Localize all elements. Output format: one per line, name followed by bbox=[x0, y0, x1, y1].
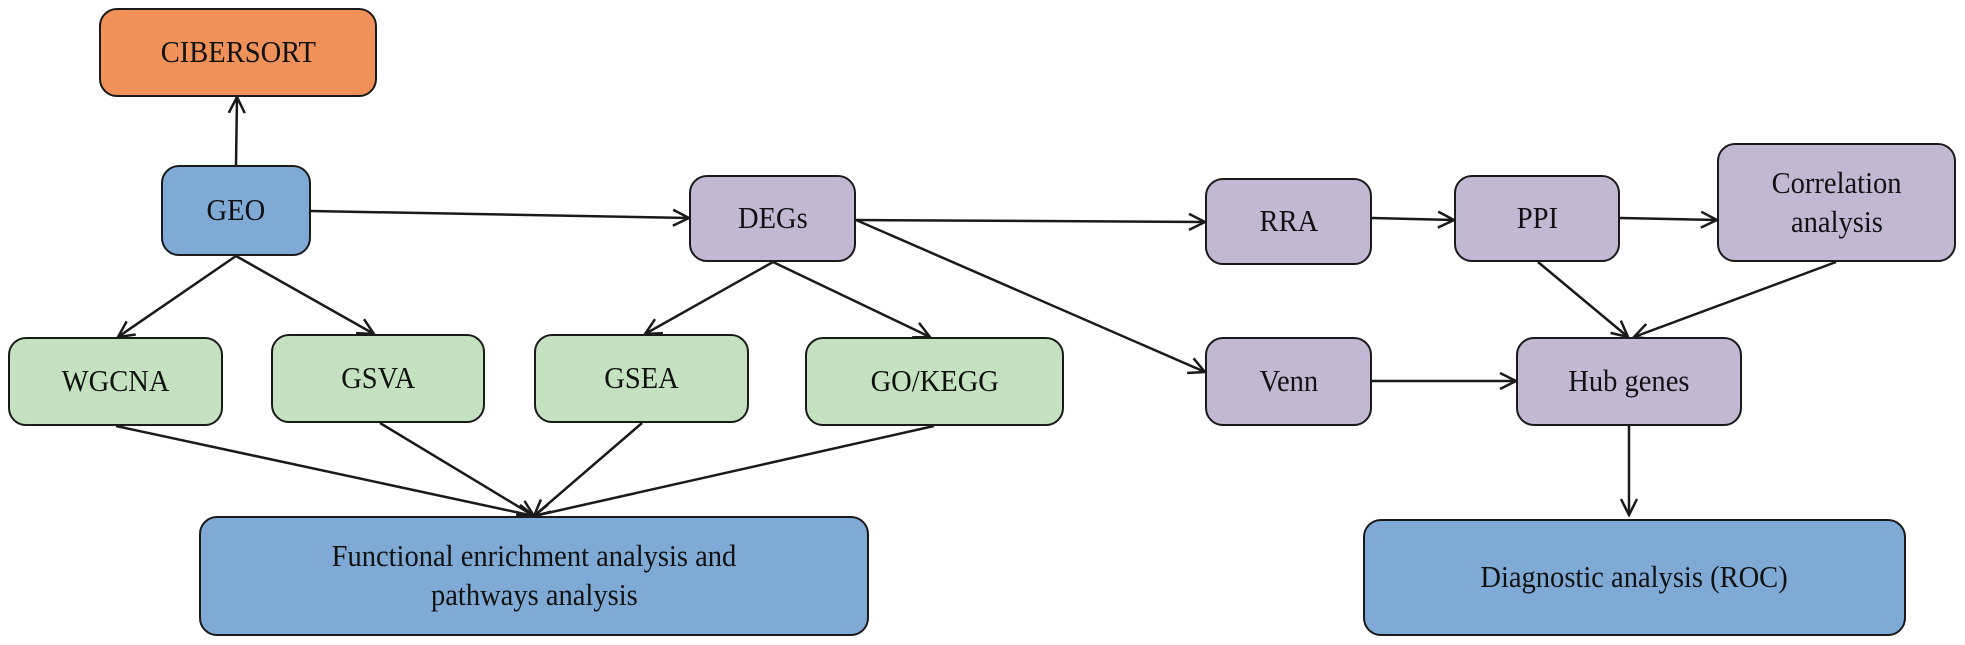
arrow-geo-to-gsva bbox=[235, 254, 374, 334]
arrow-degs-to-rra bbox=[855, 220, 1205, 222]
node-label: CIBERSORT bbox=[160, 34, 316, 70]
node-label: Diagnostic analysis (ROC) bbox=[1480, 559, 1789, 595]
node-label: PPI bbox=[1516, 200, 1558, 236]
node-label: RRA bbox=[1259, 203, 1318, 239]
node-label: Hub genes bbox=[1568, 363, 1690, 399]
node-label-line2: pathways analysis bbox=[430, 577, 638, 612]
node-correlation-analysis: Correlation analysis bbox=[1717, 143, 1956, 262]
node-label-line1: Correlation bbox=[1771, 164, 1902, 200]
node-venn: Venn bbox=[1205, 337, 1372, 426]
arrow-go-kegg-to-functional-enrichment-analysis-and-pathways-analysis bbox=[534, 424, 935, 516]
node-label: GSVA bbox=[341, 360, 415, 396]
arrow-ppi-to-hub-genes bbox=[1537, 261, 1628, 337]
workflow-diagram: CIBERSORT GEO DEGs WGCNA GSVA GSEA GO/KE… bbox=[0, 0, 1965, 645]
node-label: GEO bbox=[206, 192, 266, 228]
arrow-correlation-analysis-to-hub-genes bbox=[1634, 260, 1837, 337]
arrow-ppi-to-correlation-analysis bbox=[1619, 218, 1717, 220]
node-label: DEGs bbox=[737, 200, 808, 236]
node-ppi: PPI bbox=[1454, 175, 1620, 262]
node-label: GSEA bbox=[604, 360, 679, 396]
arrow-geo-to-degs bbox=[310, 211, 689, 218]
node-label-line2: analysis bbox=[1790, 203, 1883, 239]
node-wgcna: WGCNA bbox=[8, 337, 223, 426]
node-rra: RRA bbox=[1205, 178, 1372, 265]
arrow-gsea-to-functional-enrichment-analysis-and-pathways-analysis bbox=[534, 422, 643, 516]
node-gsea: GSEA bbox=[534, 334, 749, 423]
node-label-line1: Functional enrichment analysis and bbox=[331, 538, 737, 574]
arrow-degs-to-gsea bbox=[645, 260, 774, 334]
node-geo: GEO bbox=[161, 165, 311, 256]
arrow-geo-to-wgcna bbox=[118, 254, 237, 337]
node-gokegg: GO/KEGG bbox=[805, 337, 1064, 426]
node-label: GO/KEGG bbox=[870, 363, 999, 399]
node-label: WGCNA bbox=[61, 363, 170, 399]
node-gsva: GSVA bbox=[271, 334, 485, 423]
arrow-degs-to-go-kegg bbox=[772, 260, 930, 337]
arrow-geo-to-cibersort bbox=[236, 97, 237, 166]
node-degs: DEGs bbox=[689, 175, 856, 262]
node-hub-genes: Hub genes bbox=[1516, 337, 1742, 426]
arrow-rra-to-ppi bbox=[1371, 218, 1454, 220]
node-cibersort: CIBERSORT bbox=[99, 8, 377, 97]
arrow-wgcna-to-functional-enrichment-analysis-and-pathways-analysis bbox=[115, 424, 534, 516]
node-label: Venn bbox=[1259, 363, 1318, 399]
node-diagnostic-analysis: Diagnostic analysis (ROC) bbox=[1363, 519, 1906, 636]
node-functional-enrichment: Functional enrichment analysis and pathw… bbox=[199, 516, 869, 636]
arrow-gsva-to-functional-enrichment-analysis-and-pathways-analysis bbox=[379, 421, 534, 516]
